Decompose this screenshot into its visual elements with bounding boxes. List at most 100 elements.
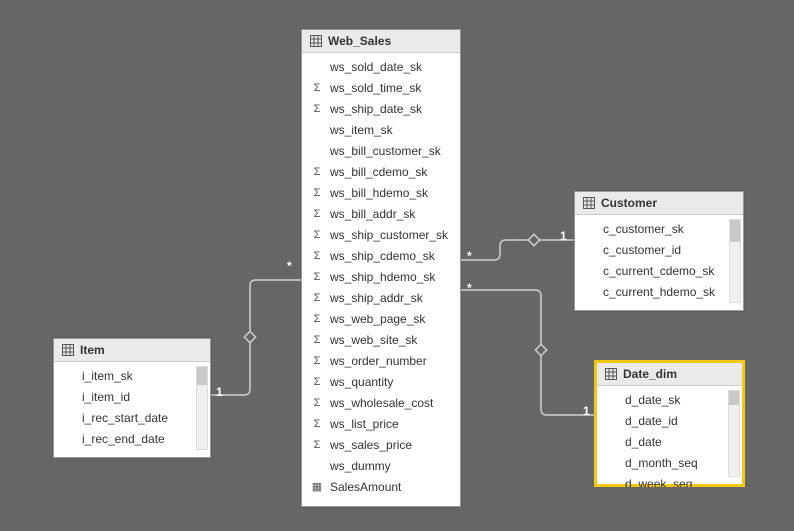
cardinality-customer-one: 1	[560, 229, 567, 243]
sigma-icon: Σ	[310, 352, 324, 371]
sigma-icon: Σ	[310, 310, 324, 329]
field-row[interactable]: Σws_ship_addr_sk	[302, 288, 460, 309]
field-row[interactable]: i_rec_start_date	[54, 408, 210, 429]
sigma-icon: Σ	[310, 373, 324, 392]
field-row[interactable]: d_week_seq	[597, 474, 742, 487]
field-name: ws_ship_hdemo_sk	[330, 268, 435, 287]
field-row[interactable]: Σws_bill_cdemo_sk	[302, 162, 460, 183]
field-row[interactable]: d_date_sk	[597, 390, 742, 411]
field-row[interactable]: ws_dummy	[302, 456, 460, 477]
sigma-icon: Σ	[310, 163, 324, 182]
field-row[interactable]: Σws_order_number	[302, 351, 460, 372]
scrollbar-thumb[interactable]	[730, 220, 740, 242]
field-row[interactable]: Σws_ship_customer_sk	[302, 225, 460, 246]
field-name: i_item_sk	[82, 367, 133, 386]
cardinality-item-many: *	[287, 259, 292, 273]
sigma-icon: Σ	[310, 415, 324, 434]
field-row[interactable]: Σws_bill_addr_sk	[302, 204, 460, 225]
field-name: ws_web_page_sk	[330, 310, 425, 329]
field-name: ws_bill_hdemo_sk	[330, 184, 428, 203]
field-name: d_week_seq	[625, 475, 692, 487]
table-icon	[310, 35, 322, 47]
field-row[interactable]: Σws_web_page_sk	[302, 309, 460, 330]
field-row[interactable]: Σws_list_price	[302, 414, 460, 435]
field-name: ws_wholesale_cost	[330, 394, 433, 413]
entity-header[interactable]: Item	[54, 339, 210, 362]
field-name: d_date	[625, 433, 662, 452]
field-row[interactable]: c_current_hdemo_sk	[575, 282, 743, 303]
entity-web-sales[interactable]: Web_Sales ws_sold_date_skΣws_sold_time_s…	[301, 29, 461, 507]
field-name: ws_bill_customer_sk	[330, 142, 441, 161]
field-name: ws_web_site_sk	[330, 331, 417, 350]
cardinality-customer-many: *	[467, 249, 472, 263]
cardinality-item-one: 1	[216, 385, 223, 399]
sigma-icon: Σ	[310, 436, 324, 455]
field-name: ws_ship_customer_sk	[330, 226, 448, 245]
entity-title: Web_Sales	[328, 34, 391, 48]
diagram-canvas[interactable]: 1 * 1 * 1 * Web_Sales ws_sold_date_skΣws…	[0, 0, 794, 531]
scrollbar-thumb[interactable]	[729, 391, 739, 405]
field-name: SalesAmount	[330, 478, 401, 497]
entity-header[interactable]: Date_dim	[597, 363, 742, 386]
scrollbar[interactable]	[728, 390, 740, 477]
field-name: i_rec_start_date	[82, 409, 168, 428]
field-name: ws_ship_date_sk	[330, 100, 422, 119]
sigma-icon: Σ	[310, 205, 324, 224]
scrollbar-thumb[interactable]	[197, 367, 207, 385]
entity-customer[interactable]: Customer c_customer_skc_customer_idc_cur…	[574, 191, 744, 311]
field-row[interactable]: Σws_sold_time_sk	[302, 78, 460, 99]
field-row[interactable]: Σws_quantity	[302, 372, 460, 393]
field-row[interactable]: Σws_wholesale_cost	[302, 393, 460, 414]
field-row[interactable]: d_date	[597, 432, 742, 453]
scrollbar[interactable]	[196, 366, 208, 450]
entity-header[interactable]: Customer	[575, 192, 743, 215]
field-row[interactable]: i_item_id	[54, 387, 210, 408]
field-row[interactable]: Σws_ship_cdemo_sk	[302, 246, 460, 267]
entity-item[interactable]: Item i_item_ski_item_idi_rec_start_datei…	[53, 338, 211, 458]
sigma-icon: Σ	[310, 79, 324, 98]
field-name: ws_ship_cdemo_sk	[330, 247, 435, 266]
field-row[interactable]: i_rec_end_date	[54, 429, 210, 450]
field-name: ws_quantity	[330, 373, 393, 392]
field-name: c_customer_id	[603, 241, 681, 260]
entity-header[interactable]: Web_Sales	[302, 30, 460, 53]
field-row[interactable]: Σws_bill_hdemo_sk	[302, 183, 460, 204]
sigma-icon: Σ	[310, 100, 324, 119]
field-row[interactable]: ws_item_sk	[302, 120, 460, 141]
entity-title: Date_dim	[623, 367, 677, 381]
field-row[interactable]: c_customer_sk	[575, 219, 743, 240]
field-row[interactable]: Σws_ship_hdemo_sk	[302, 267, 460, 288]
measure-icon: ▦	[310, 478, 324, 497]
table-icon	[583, 197, 595, 209]
field-name: ws_order_number	[330, 352, 427, 371]
sigma-icon: Σ	[310, 394, 324, 413]
field-name: ws_sales_price	[330, 436, 412, 455]
field-name: ws_list_price	[330, 415, 399, 434]
sigma-icon: Σ	[310, 268, 324, 287]
scrollbar[interactable]	[729, 219, 741, 303]
entity-field-list: c_customer_skc_customer_idc_current_cdem…	[575, 215, 743, 313]
entity-title: Customer	[601, 196, 657, 210]
field-name: ws_sold_date_sk	[330, 58, 422, 77]
field-row[interactable]: d_date_id	[597, 411, 742, 432]
table-icon	[605, 368, 617, 380]
field-name: ws_dummy	[330, 457, 391, 476]
field-row[interactable]: ws_sold_date_sk	[302, 57, 460, 78]
field-row[interactable]: Σws_web_site_sk	[302, 330, 460, 351]
entity-field-list: i_item_ski_item_idi_rec_start_datei_rec_…	[54, 362, 210, 460]
field-row[interactable]: ▦ SalesAmount	[302, 477, 460, 498]
field-row[interactable]: i_item_sk	[54, 366, 210, 387]
field-name: ws_item_sk	[330, 121, 393, 140]
field-row[interactable]: d_month_seq	[597, 453, 742, 474]
entity-date-dim[interactable]: Date_dim d_date_skd_date_idd_dated_month…	[596, 362, 743, 485]
sigma-icon: Σ	[310, 331, 324, 350]
field-row[interactable]: Σws_sales_price	[302, 435, 460, 456]
field-row[interactable]: ws_bill_customer_sk	[302, 141, 460, 162]
field-name: ws_sold_time_sk	[330, 79, 421, 98]
field-row[interactable]: Σws_ship_date_sk	[302, 99, 460, 120]
field-row[interactable]: c_customer_id	[575, 240, 743, 261]
cardinality-date-one: 1	[583, 404, 590, 418]
entity-field-list: d_date_skd_date_idd_dated_month_seqd_wee…	[597, 386, 742, 487]
field-row[interactable]: c_current_cdemo_sk	[575, 261, 743, 282]
cardinality-date-many: *	[467, 281, 472, 295]
